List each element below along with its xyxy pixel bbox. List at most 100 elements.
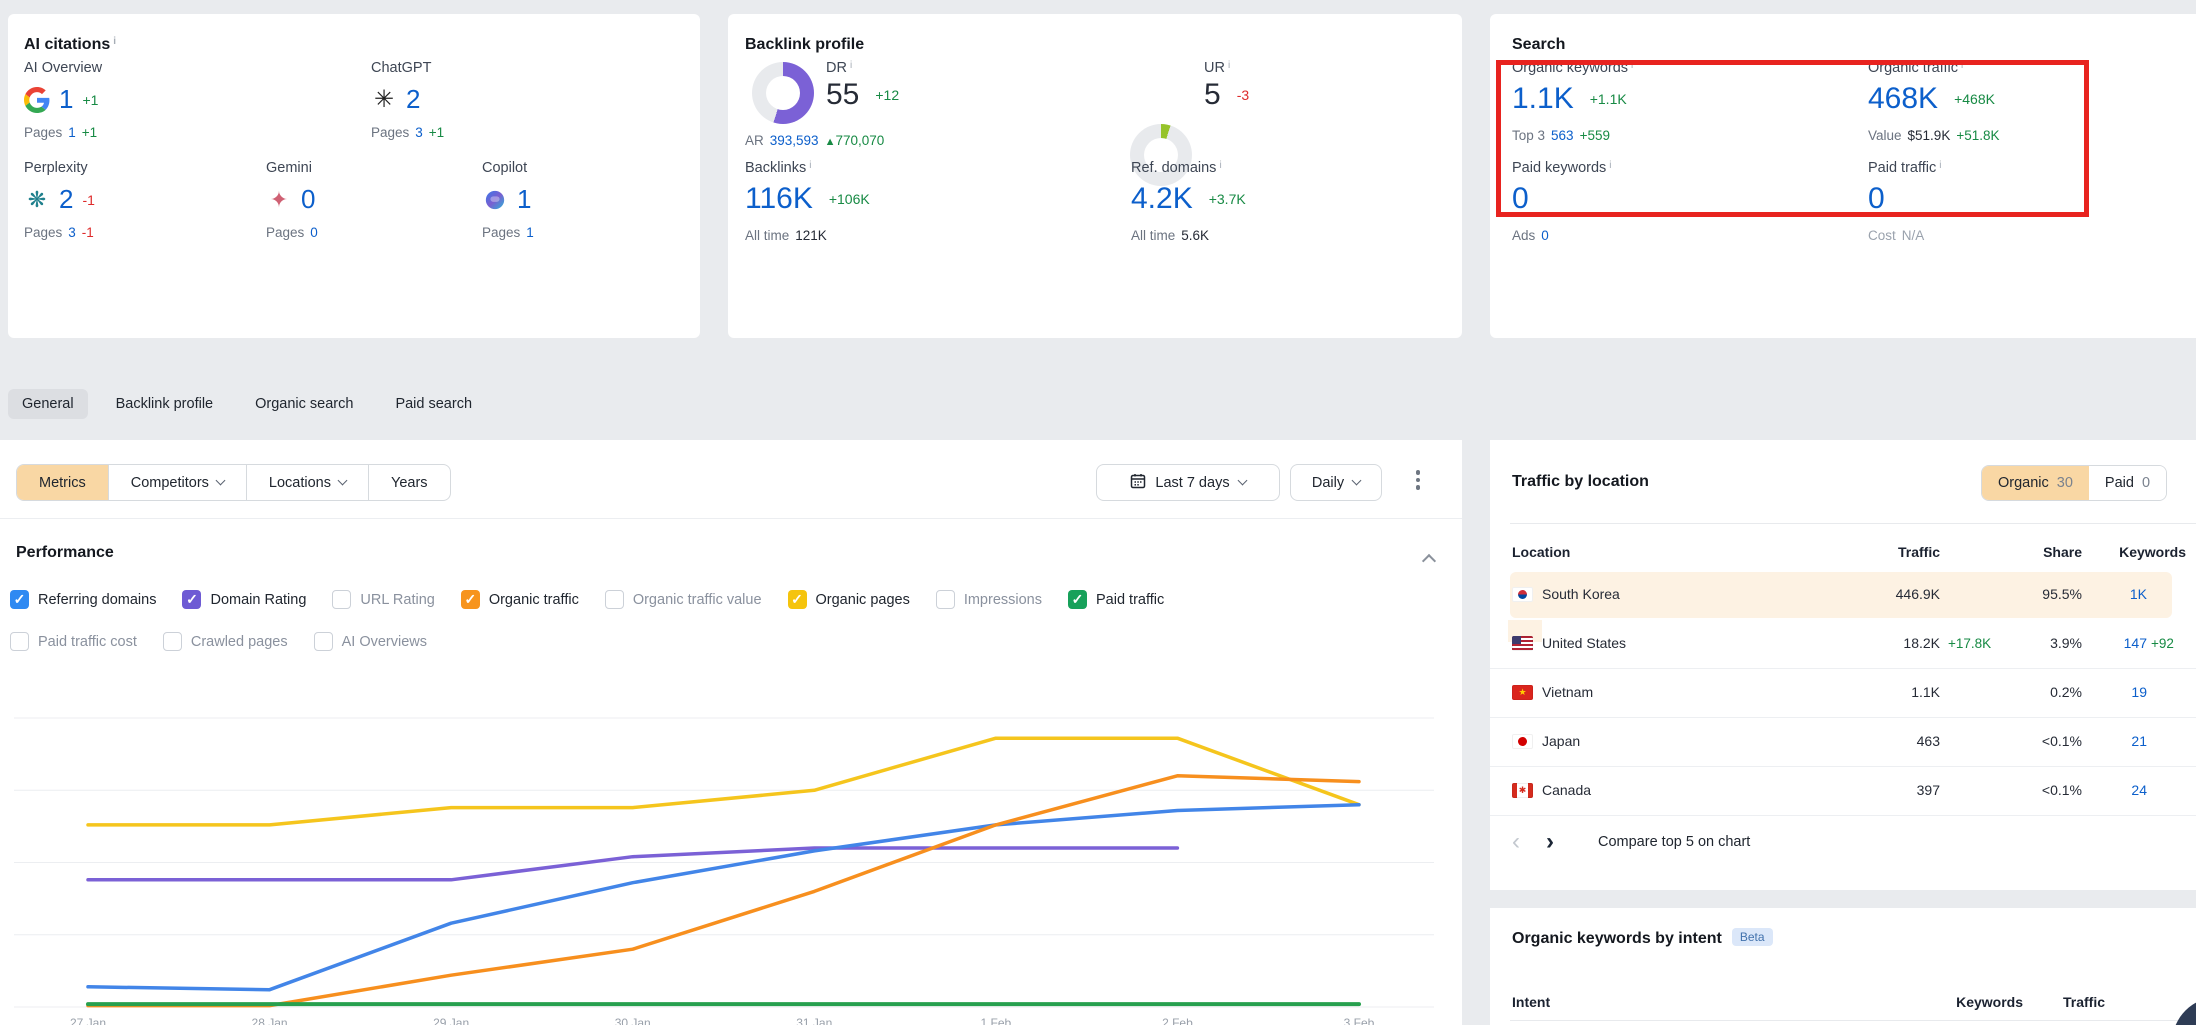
metric-gemini: Gemini ✦ 0 Pages0 [266, 160, 324, 240]
intent-table-header: Intent Keywords Traffic [1490, 986, 2196, 1020]
divider [0, 518, 1462, 519]
metric-ai-overview: AI Overview 1 +1 Pages1+1 [24, 60, 103, 140]
checkbox-icon [163, 632, 182, 651]
metric-checkbox-row-2: Paid traffic cost Crawled pages AI Overv… [10, 632, 427, 651]
x-axis-tick-label: 31 Jan [796, 1016, 832, 1025]
chevron-down-icon [338, 476, 348, 486]
gemini-icon: ✦ [266, 187, 292, 213]
info-icon[interactable] [113, 36, 116, 47]
info-icon[interactable] [850, 60, 852, 71]
x-axis-tick-label: 27 Jan [70, 1016, 106, 1025]
ur-change: -3 [1237, 87, 1249, 103]
checkbox-organic-traffic-value[interactable]: Organic traffic value [605, 590, 762, 609]
keywords-by-intent-card: Organic keywords by intentBeta Intent Ke… [1490, 908, 2196, 1025]
checkbox-organic-pages[interactable]: Organic pages [788, 590, 910, 609]
checkbox-url-rating[interactable]: URL Rating [332, 590, 434, 609]
search-card: Search Organic keywords 1.1K+1.1K Top 35… [1490, 14, 2196, 338]
paid-keywords-value[interactable]: 0 [1512, 182, 1529, 216]
table-row-canada[interactable]: ✱ Canada 397 <0.1% 24 [1490, 767, 2196, 816]
divider [1510, 1020, 2196, 1021]
traffic-by-location-card: Traffic by location Organic30 Paid0 Loca… [1490, 440, 2196, 890]
metric-paid-keywords: Paid keywords 0 Ads0 [1512, 160, 1612, 243]
checkbox-icon [936, 590, 955, 609]
checkbox-organic-traffic[interactable]: Organic traffic [461, 590, 579, 609]
info-icon[interactable] [1219, 160, 1221, 171]
ai-overview-value[interactable]: 1 [59, 84, 73, 115]
search-title: Search [1512, 36, 1565, 54]
checkbox-icon [10, 632, 29, 651]
metric-copilot: Copilot 1 Pages1 [482, 160, 540, 240]
organic-traffic-value[interactable]: 468K [1868, 82, 1938, 116]
organic-paid-toggle: Organic30 Paid0 [1981, 465, 2167, 501]
perplexity-value[interactable]: 2 [59, 184, 73, 215]
checkbox-ai-overviews[interactable]: AI Overviews [314, 632, 427, 651]
checkbox-paid-traffic[interactable]: Paid traffic [1068, 590, 1164, 609]
performance-title: Performance [16, 544, 114, 562]
collapse-chevron-icon[interactable] [1424, 553, 1434, 571]
checkbox-icon [605, 590, 624, 609]
x-axis-tick-label: 29 Jan [433, 1016, 469, 1025]
ref-domains-value[interactable]: 4.2K [1131, 182, 1193, 216]
ref-domains-change: +3.7K [1209, 191, 1246, 207]
tab-backlink-profile[interactable]: Backlink profile [102, 389, 228, 419]
checkbox-domain-rating[interactable]: Domain Rating [182, 590, 306, 609]
backlinks-value[interactable]: 116K [745, 182, 813, 216]
compare-top5-label[interactable]: Compare top 5 on chart [1598, 834, 1750, 850]
table-row-south-korea[interactable]: South Korea 446.9K 95.5% 1K [1490, 571, 2196, 620]
metric-backlinks: Backlinks 116K+106K All time121K [745, 160, 870, 243]
info-icon[interactable] [1631, 60, 1633, 71]
metric-ref-domains: Ref. domains 4.2K+3.7K All time5.6K [1131, 160, 1246, 243]
checkbox-impressions[interactable]: Impressions [936, 590, 1042, 609]
dr-donut [752, 62, 814, 124]
toggle-organic[interactable]: Organic30 [1982, 466, 2089, 500]
table-row-vietnam[interactable]: ★ Vietnam 1.1K 0.2% 19 [1490, 669, 2196, 718]
flag-united-states-icon [1512, 636, 1533, 651]
gemini-value[interactable]: 0 [301, 184, 315, 215]
checkbox-icon [461, 590, 480, 609]
copilot-value[interactable]: 1 [517, 184, 531, 215]
paid-traffic-value[interactable]: 0 [1868, 182, 1885, 216]
next-page-icon[interactable]: › [1546, 830, 1554, 854]
chart-line-domain-rating [88, 848, 1177, 880]
segment-metrics[interactable]: Metrics [17, 465, 109, 500]
table-row-united-states[interactable]: United States 18.2K +17.8K 3.9% 147 +92 [1490, 620, 2196, 669]
metric-checkbox-row-1: Referring domains Domain Rating URL Rati… [10, 590, 1164, 609]
chatgpt-value[interactable]: 2 [406, 84, 420, 115]
metric-chatgpt: ChatGPT ✳ 2 Pages3+1 [371, 60, 450, 140]
tab-paid-search[interactable]: Paid search [381, 389, 486, 419]
granularity-button[interactable]: Daily [1290, 464, 1382, 501]
info-icon[interactable] [1609, 160, 1611, 171]
checkbox-crawled-pages[interactable]: Crawled pages [163, 632, 288, 651]
chart-line-referring-domains [88, 805, 1359, 990]
segment-competitors[interactable]: Competitors [109, 465, 247, 500]
toggle-paid[interactable]: Paid0 [2089, 466, 2166, 500]
checkbox-referring-domains[interactable]: Referring domains [10, 590, 156, 609]
chevron-down-icon [215, 476, 225, 486]
flag-south-korea-icon [1512, 587, 1533, 602]
perplexity-change: -1 [82, 192, 94, 208]
segment-years[interactable]: Years [369, 465, 450, 500]
table-row-japan[interactable]: Japan 463 <0.1% 21 [1490, 718, 2196, 767]
checkbox-paid-traffic-cost[interactable]: Paid traffic cost [10, 632, 137, 651]
x-axis-tick-label: 28 Jan [252, 1016, 288, 1025]
date-range-button[interactable]: Last 7 days [1096, 464, 1280, 501]
segment-locations[interactable]: Locations [247, 465, 369, 500]
tab-general[interactable]: General [8, 389, 88, 419]
info-icon[interactable] [809, 160, 811, 171]
ur-value: 5 [1204, 78, 1221, 112]
tab-organic-search[interactable]: Organic search [241, 389, 367, 419]
more-options-icon[interactable] [1408, 470, 1428, 490]
traffic-by-location-title: Traffic by location [1512, 473, 1649, 491]
info-icon[interactable] [1961, 60, 1963, 71]
organic-keywords-value[interactable]: 1.1K [1512, 82, 1574, 116]
prev-page-icon[interactable]: ‹ [1512, 830, 1520, 854]
ar-value[interactable]: 393,593 [770, 133, 819, 148]
info-icon[interactable] [1228, 60, 1230, 71]
info-icon[interactable] [1939, 160, 1941, 171]
chevron-down-icon [1352, 476, 1362, 486]
metric-organic-keywords: Organic keywords 1.1K+1.1K Top 3563+559 [1512, 60, 1633, 143]
organic-traffic-change: +468K [1954, 91, 1995, 107]
metric-organic-traffic: Organic traffic 468K+468K Value$51.9K+51… [1868, 60, 2006, 143]
divider [1510, 523, 2196, 524]
organic-keywords-change: +1.1K [1590, 91, 1627, 107]
